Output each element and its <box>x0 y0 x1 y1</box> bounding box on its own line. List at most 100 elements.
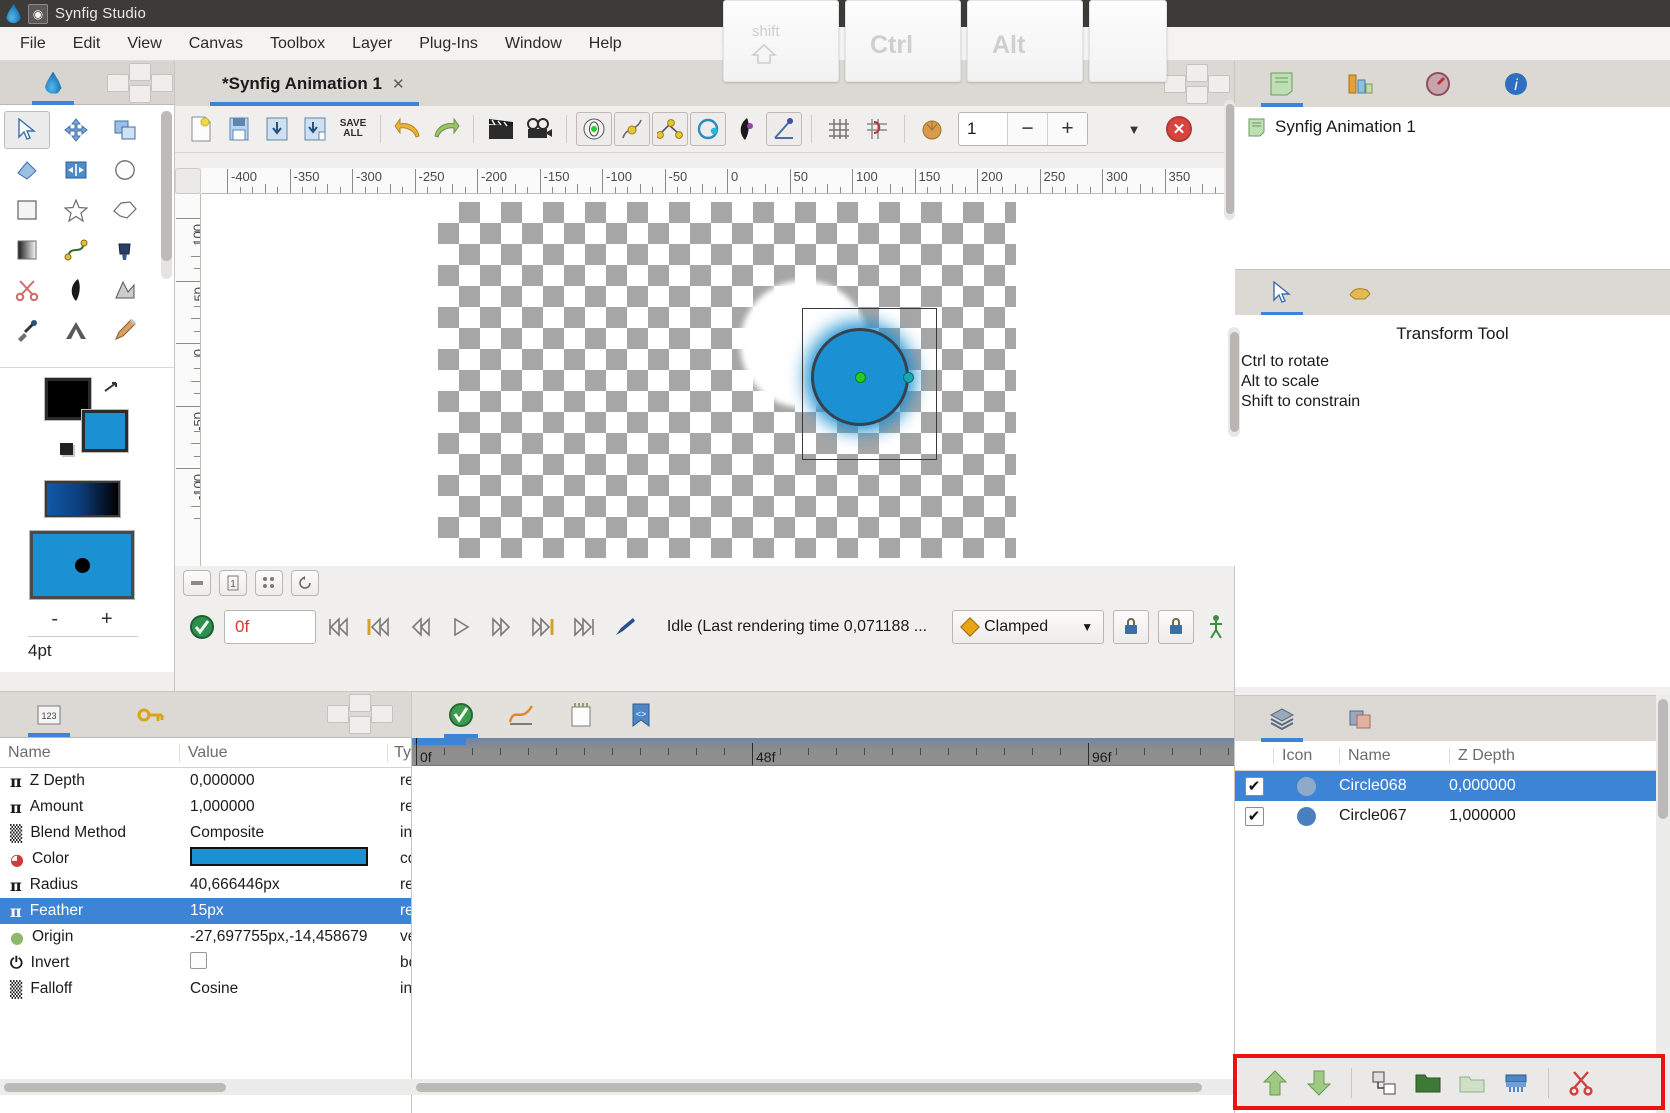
history-tab[interactable] <box>1421 61 1455 107</box>
menu-view[interactable]: View <box>115 31 173 57</box>
layer-z-depth[interactable]: 1,000000 <box>1449 807 1670 825</box>
fill-color-swatch[interactable] <box>82 410 128 452</box>
tool-rectangle[interactable] <box>4 191 50 229</box>
toolbox-tab[interactable] <box>26 61 80 105</box>
toggle-angle-handles-button[interactable] <box>766 112 802 146</box>
tool-polygon[interactable] <box>102 191 148 229</box>
timetrack-horizontal-scrollbar[interactable] <box>412 1079 1235 1095</box>
seek-prev-frame-button[interactable] <box>401 610 439 644</box>
tool-gradient[interactable] <box>4 231 50 269</box>
play-button[interactable] <box>442 610 480 644</box>
group-layer-button[interactable] <box>1363 1064 1405 1102</box>
default-interpolation-combo[interactable]: Clamped ▼ <box>952 610 1104 644</box>
brush-decrease-button[interactable]: - <box>51 608 58 631</box>
param-value[interactable]: 1,000000 <box>190 798 255 815</box>
param-row[interactable]: πAmount1,000000re <box>0 794 411 820</box>
param-value[interactable]: -27,697755px,-14,458679 <box>190 928 368 945</box>
navigator-tab[interactable] <box>1343 270 1377 316</box>
layer-name[interactable]: Circle067 <box>1339 807 1449 825</box>
tool-draw[interactable] <box>102 311 148 349</box>
background-rendering-button[interactable] <box>255 570 283 596</box>
close-icon[interactable]: ✕ <box>392 75 405 93</box>
param-row[interactable]: ●Origin-27,697755px,-14,458679ve <box>0 924 411 950</box>
lock-future-keyframe-button[interactable] <box>1158 610 1194 644</box>
menu-file[interactable]: File <box>8 31 58 57</box>
canvas-browser-tab[interactable] <box>1265 61 1299 107</box>
save-button[interactable] <box>259 112 295 146</box>
layers-vertical-scrollbar[interactable] <box>1656 695 1670 1113</box>
layer-visibility-checkbox[interactable]: ✔ <box>1245 807 1264 826</box>
tool-smooth-move[interactable] <box>53 111 99 149</box>
delete-layer-button[interactable] <box>1495 1064 1537 1102</box>
render-button[interactable] <box>521 112 557 146</box>
radius-handle[interactable] <box>903 372 914 383</box>
brush-increase-button[interactable]: + <box>101 608 113 631</box>
current-time-field[interactable]: 0f <box>224 610 316 644</box>
lock-past-keyframe-button[interactable] <box>1113 610 1149 644</box>
params-col-type[interactable]: Ty <box>387 744 411 762</box>
onion-skin-value[interactable]: 1 <box>959 119 1007 139</box>
seek-next-frame-button[interactable] <box>483 610 521 644</box>
window-menu-icon[interactable]: ◉ <box>28 4 48 24</box>
param-row[interactable]: πRadius40,666446pxre <box>0 872 411 898</box>
layers-tab[interactable] <box>1265 696 1299 742</box>
gradient-swatch[interactable] <box>45 481 120 517</box>
timetrack-tracks-area[interactable] <box>412 766 1234 1086</box>
toggle-grid-button[interactable] <box>821 112 857 146</box>
menu-toolbox[interactable]: Toolbox <box>258 31 337 57</box>
origin-handle[interactable] <box>855 372 866 383</box>
layer-row[interactable]: ✔ Circle0671,000000 <box>1235 801 1670 831</box>
tool-width[interactable] <box>53 271 99 309</box>
canvas-dock-grip[interactable] <box>1168 64 1228 104</box>
brush-preview-swatch[interactable] <box>30 531 134 599</box>
animate-mode-button[interactable] <box>606 610 644 644</box>
open-document-button[interactable] <box>221 112 257 146</box>
tool-fill[interactable] <box>102 231 148 269</box>
toggle-radius-handles-button[interactable] <box>690 112 726 146</box>
reset-colors-icon[interactable] <box>60 443 73 455</box>
menu-edit[interactable]: Edit <box>61 31 113 57</box>
layers-col-icon[interactable]: Icon <box>1273 747 1339 765</box>
onion-skin-increase-button[interactable]: + <box>1047 113 1087 145</box>
timetrack-ruler[interactable]: 0f48f96f <box>412 738 1234 766</box>
menu-plugins[interactable]: Plug-Ins <box>407 31 490 57</box>
new-document-button[interactable] <box>183 112 219 146</box>
ruler-corner[interactable] <box>175 168 201 194</box>
toolbox-dock-grip[interactable] <box>111 63 171 103</box>
canvas-browser-item[interactable]: Synfig Animation 1 <box>1247 117 1670 137</box>
param-value[interactable]: Cosine <box>190 980 238 997</box>
layers-col-name[interactable]: Name <box>1339 747 1449 765</box>
params-horizontal-scrollbar[interactable] <box>0 1079 412 1095</box>
save-as-button[interactable] <box>297 112 333 146</box>
cut-layer-button[interactable] <box>1560 1064 1602 1102</box>
params-col-value[interactable]: Value <box>179 744 387 762</box>
tool-scale[interactable] <box>102 111 148 149</box>
lower-layer-button[interactable] <box>1298 1064 1340 1102</box>
param-value[interactable]: 0,000000 <box>190 772 255 789</box>
toggle-position-handles-button[interactable] <box>576 112 612 146</box>
refresh-button[interactable] <box>291 570 319 596</box>
param-row[interactable]: ⏻Invertbo <box>0 950 411 976</box>
timetrack-tab[interactable] <box>444 692 478 738</box>
sets-tab[interactable] <box>1343 696 1377 742</box>
param-value[interactable]: Composite <box>190 824 264 841</box>
tool-circle[interactable] <box>102 151 148 189</box>
library-tab[interactable]: <> <box>624 692 658 738</box>
redo-button[interactable] <box>428 112 464 146</box>
stop-render-button[interactable]: ✕ <box>1166 116 1192 142</box>
seek-begin-button[interactable] <box>319 610 357 644</box>
toggle-vertex-handles-button[interactable] <box>614 112 650 146</box>
children-tab[interactable] <box>1343 61 1377 107</box>
document-tab[interactable]: *Synfig Animation 1 ✕ <box>210 61 419 106</box>
param-row[interactable]: πZ Depth0,000000re <box>0 768 411 794</box>
param-row[interactable]: ▒Blend MethodCompositeint <box>0 820 411 846</box>
save-all-button[interactable]: SAVE ALL <box>335 112 371 146</box>
toggle-width-handles-button[interactable] <box>728 112 764 146</box>
toggle-tangent-handles-button[interactable] <box>652 112 688 146</box>
layers-col-zdepth[interactable]: Z Depth <box>1449 747 1670 765</box>
tool-options-scrollbar[interactable] <box>1228 327 1240 437</box>
params-col-name[interactable]: Name <box>0 744 179 762</box>
param-row[interactable]: πFeather15pxre <box>0 898 411 924</box>
param-value[interactable]: 15px <box>190 902 224 919</box>
layer-visibility-checkbox[interactable]: ✔ <box>1245 777 1264 796</box>
